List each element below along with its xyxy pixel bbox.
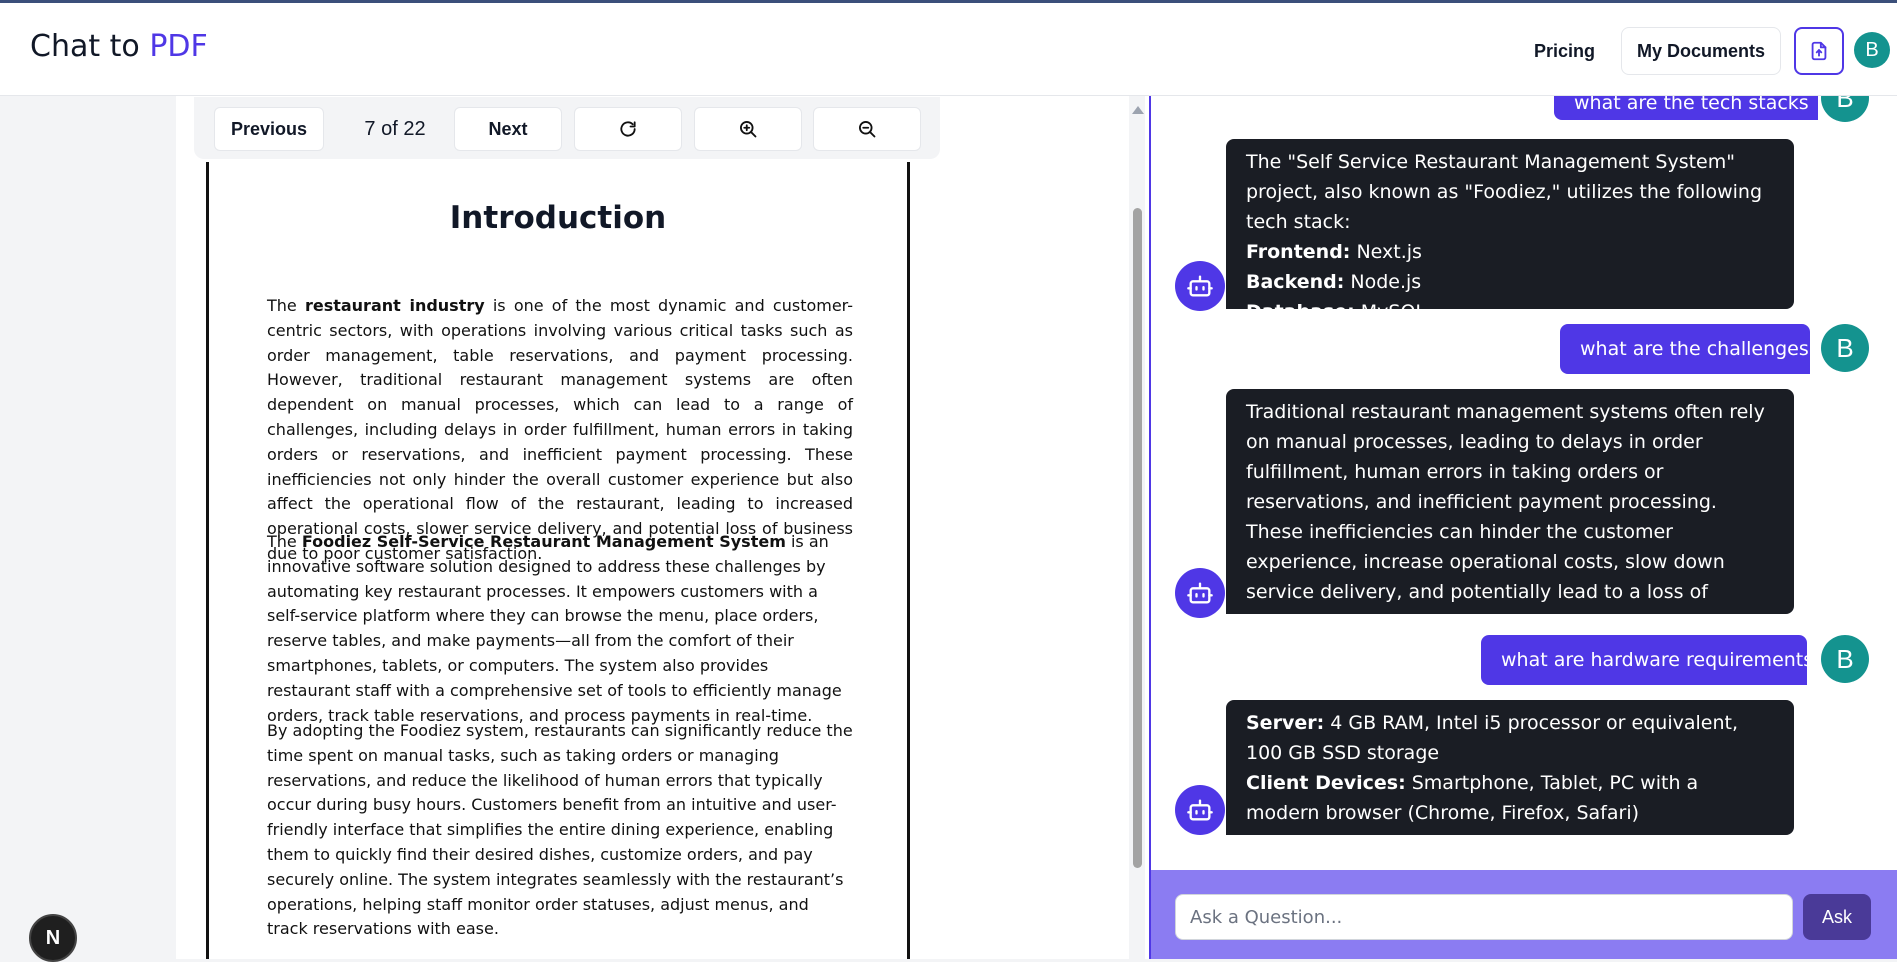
p1-pre: The [267, 296, 305, 315]
page-heading: Introduction [449, 200, 667, 236]
pricing-link[interactable]: Pricing [1516, 27, 1613, 75]
bot-avatar [1175, 785, 1225, 835]
bot-message: The "Self Service Restaurant Management … [1226, 139, 1794, 323]
file-upload-icon [1811, 41, 1827, 61]
scrollbar-thumb[interactable] [1133, 208, 1142, 868]
pdf-scrollbar[interactable] [1129, 96, 1145, 959]
user-avatar-chat: B [1821, 324, 1869, 372]
bot-line-server: Server: 4 GB RAM, Intel i5 processor or … [1246, 712, 1738, 764]
p2-bold: Foodiez Self-Service Restaurant Manageme… [301, 532, 786, 551]
refresh-button[interactable] [574, 107, 682, 151]
user-message: what are the challenges [1560, 324, 1810, 374]
brand-accent: PDF [149, 29, 208, 64]
bot-line-frontend: Frontend: Next.js [1246, 241, 1422, 263]
scroll-up-arrow-icon[interactable] [1132, 106, 1144, 114]
p1-bold: restaurant industry [304, 296, 485, 315]
refresh-icon [620, 121, 636, 137]
my-documents-button[interactable]: My Documents [1621, 27, 1781, 75]
bot-line-backend: Backend: Node.js [1246, 271, 1422, 293]
page-indicator: 7 of 22 [364, 117, 426, 140]
user-message: what are the tech stacks [1554, 96, 1818, 120]
bot-text: The "Self Service Restaurant Management … [1246, 151, 1763, 233]
brand-prefix: Chat to [30, 29, 140, 64]
p1-post: is one of the most dynamic and customer-… [267, 296, 854, 563]
app-header: Chat to PDF Pricing My Documents B [0, 0, 1897, 96]
zoom-out-button[interactable] [813, 107, 921, 151]
paragraph-1: The restaurant industry is one of the mo… [267, 294, 853, 567]
left-background [0, 96, 176, 959]
p2-post: is an innovative software solution desig… [267, 532, 842, 725]
bot-line-database: Database: MySQL [1246, 301, 1426, 323]
paragraph-2: The Foodiez Self-Service Restaurant Mana… [267, 530, 853, 728]
bot-avatar [1175, 568, 1225, 618]
zoom-in-button[interactable] [694, 107, 802, 151]
bot-icon [1187, 799, 1213, 821]
bot-message: Traditional restaurant management system… [1226, 389, 1794, 633]
question-input[interactable] [1175, 894, 1793, 940]
bot-avatar [1175, 261, 1225, 311]
previous-page-button[interactable]: Previous [214, 107, 324, 151]
zoom-out-icon [859, 121, 876, 138]
chat-panel: what are the tech stacks B The "Self Ser… [1149, 96, 1897, 870]
bot-icon [1187, 582, 1213, 604]
brand-logo[interactable]: Chat to PDF [30, 29, 208, 64]
bot-icon [1187, 275, 1213, 297]
upload-document-button[interactable] [1794, 27, 1844, 75]
user-message: what are hardware requirements [1481, 635, 1813, 685]
paragraph-3: By adopting the Foodiez system, restaura… [267, 721, 853, 939]
bot-line-client: Client Devices: Smartphone, Tablet, PC w… [1246, 772, 1699, 824]
user-avatar-chat: B [1821, 96, 1869, 122]
nextjs-dev-badge[interactable]: N [29, 914, 77, 962]
next-page-button[interactable]: Next [454, 107, 562, 151]
user-avatar-chat: B [1821, 635, 1869, 683]
pdf-page: Introduction The restaurant industry is … [206, 162, 910, 959]
user-avatar[interactable]: B [1854, 32, 1890, 68]
bot-message: Server: 4 GB RAM, Intel i5 processor or … [1226, 700, 1794, 835]
ask-button[interactable]: Ask [1803, 894, 1871, 940]
p2-pre: The [267, 532, 302, 551]
zoom-in-icon [740, 121, 757, 138]
